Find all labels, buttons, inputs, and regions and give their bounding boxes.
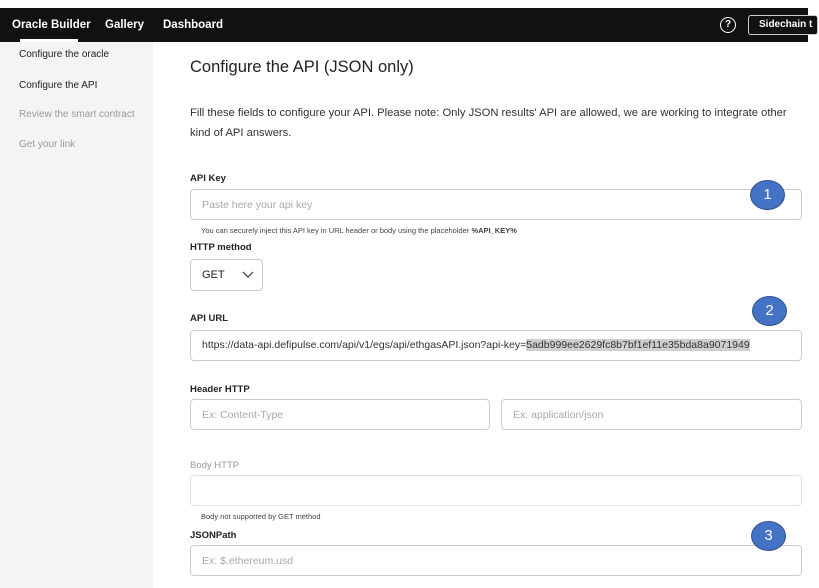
api-key-hint: You can securely inject this API key in …: [201, 226, 517, 235]
nav-dashboard[interactable]: Dashboard: [163, 8, 223, 42]
body-http-input: [190, 475, 802, 506]
header-value-input[interactable]: [513, 400, 801, 429]
annotation-badge-1: 1: [750, 180, 785, 210]
api-key-placeholder-token: %API_KEY%: [471, 226, 517, 235]
jsonpath-input[interactable]: [202, 546, 801, 575]
api-url-selected-key: 5adb999ee2629fc8b7bf1ef11e35bda8a9071949: [526, 339, 750, 351]
page-description: Fill these fields to configure your API.…: [190, 107, 787, 139]
jsonpath-label: JSONPath: [190, 530, 237, 541]
api-key-input[interactable]: [202, 190, 801, 219]
sidebar-item-review-contract[interactable]: Review the smart contract: [19, 109, 135, 120]
main-content: Configure the API (JSON only) Fill these…: [153, 42, 819, 588]
annotation-badge-2: 2: [752, 296, 787, 326]
api-key-hint-text: You can securely inject this API key in …: [201, 226, 470, 235]
top-nav-bar: Oracle Builder Gallery Dashboard ? Sidec…: [0, 8, 818, 42]
http-method-value: GET: [202, 269, 225, 281]
nav-gallery[interactable]: Gallery: [105, 8, 144, 42]
sidebar-item-get-link[interactable]: Get your link: [19, 139, 75, 150]
sidebar-item-configure-oracle[interactable]: Configure the oracle: [19, 49, 109, 60]
http-method-label: HTTP method: [190, 242, 252, 253]
header-http-label: Header HTTP: [190, 384, 250, 395]
api-key-label: API Key: [190, 173, 226, 184]
body-http-hint: Body not supported by GET method: [201, 512, 321, 521]
header-value-input-wrapper: [501, 399, 802, 430]
api-key-input-wrapper: [190, 189, 802, 220]
jsonpath-input-wrapper: [190, 545, 802, 576]
header-key-input-wrapper: [190, 399, 490, 430]
page-title: Configure the API (JSON only): [190, 58, 414, 76]
api-url-input[interactable]: https://data-api.defipulse.com/api/v1/eg…: [190, 330, 802, 361]
question-circle-icon[interactable]: ?: [720, 17, 736, 33]
api-url-label: API URL: [190, 313, 228, 324]
sidebar-item-configure-api[interactable]: Configure the API: [19, 80, 97, 91]
sidechain-button[interactable]: Sidechain t: [748, 15, 818, 35]
nav-oracle-builder[interactable]: Oracle Builder: [12, 8, 91, 42]
header-key-input[interactable]: [202, 400, 489, 429]
http-method-select[interactable]: GET: [190, 259, 263, 291]
chevron-down-icon: [242, 260, 254, 302]
api-url-text: https://data-api.defipulse.com/api/v1/eg…: [202, 339, 527, 351]
sidebar: Configure the oracle Configure the API R…: [0, 42, 153, 588]
annotation-badge-3: 3: [751, 521, 786, 551]
body-http-label: Body HTTP: [190, 460, 240, 471]
